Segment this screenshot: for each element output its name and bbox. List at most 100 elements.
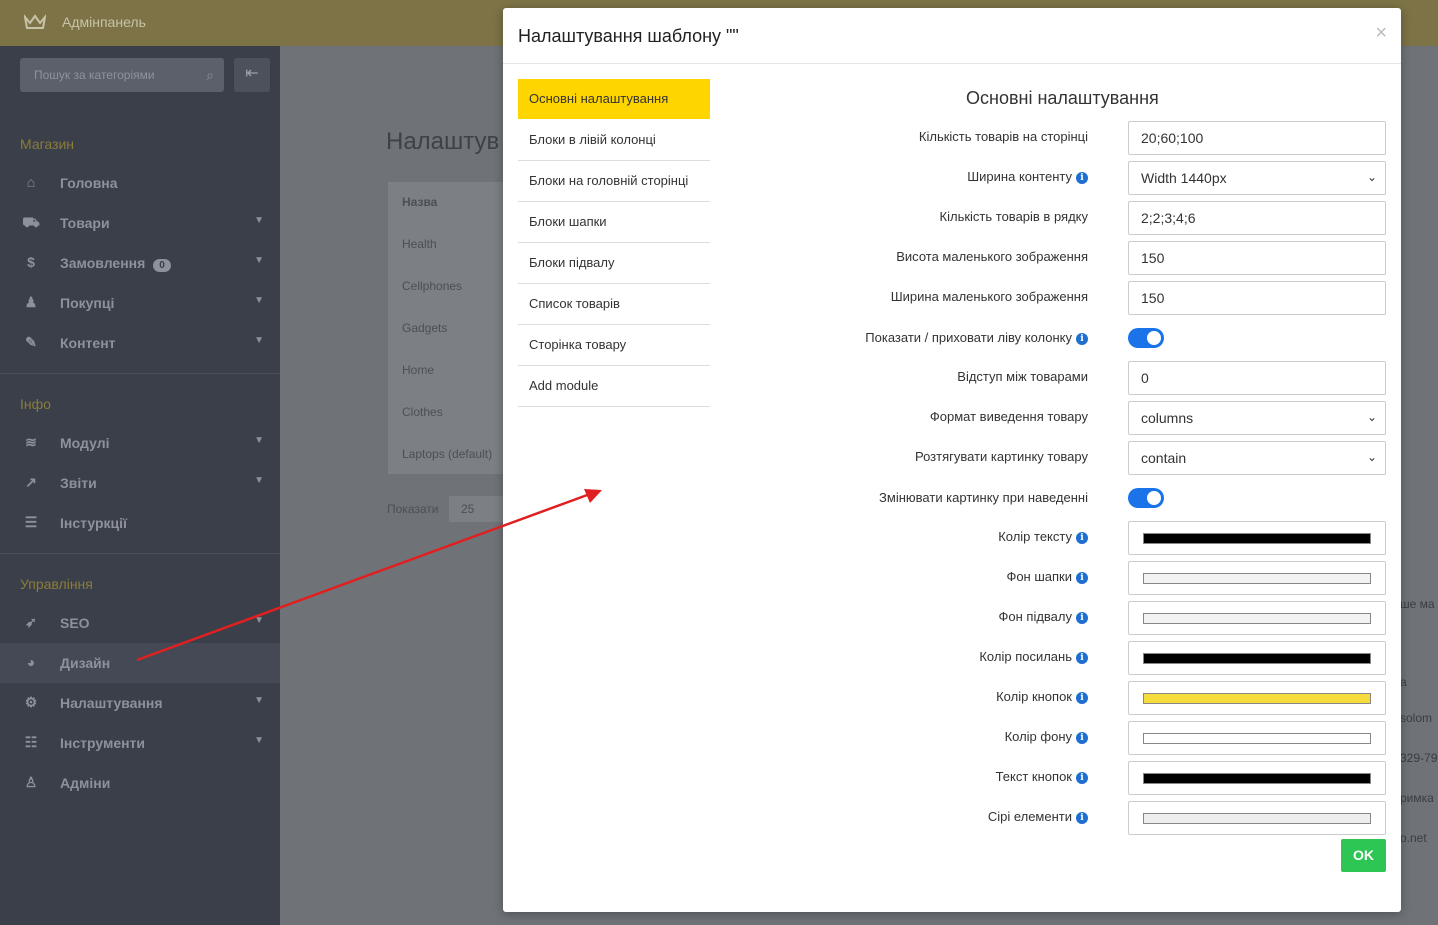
hover-swap-toggle[interactable] <box>1128 488 1164 508</box>
sidebar-item-design[interactable]: ◕ Дизайн <box>0 643 280 683</box>
info-icon[interactable]: i <box>1076 532 1088 544</box>
bg-color-picker[interactable] <box>1128 721 1386 755</box>
field-footer-bg: Фон підвалу i <box>743 601 1386 635</box>
chevron-down-icon: ▼ <box>254 435 264 446</box>
sidebar-item-orders[interactable]: $ Замовлення 0 ▼ <box>0 243 280 283</box>
sidebar-item-label: Товари <box>60 215 110 231</box>
field-label: Формат виведення товару <box>929 409 1088 424</box>
tab-left-column-blocks[interactable]: Блоки в лівій колонці <box>518 120 710 161</box>
field-gray-elements: Сірі елементи i <box>743 801 1386 835</box>
select-value: contain <box>1141 450 1187 466</box>
brand-name: Адмінпанель <box>62 14 146 30</box>
template-settings-modal: Налаштування шаблону "" × Основні налашт… <box>503 8 1401 912</box>
content-width-select[interactable]: Width 1440px ⌄ <box>1128 161 1386 195</box>
show-count-select: 25 <box>449 496 505 522</box>
sidebar-item-customers[interactable]: ♟ Покупці ▼ <box>0 283 280 323</box>
field-stretch: Розтягувати картинку товару contain ⌄ <box>743 441 1386 475</box>
sidebar-item-seo[interactable]: ➶ SEO ▼ <box>0 603 280 643</box>
field-label: Змінювати картинку при наведенні <box>879 490 1088 505</box>
field-header-bg: Фон шапки i <box>743 561 1386 595</box>
collapse-sidebar-button[interactable]: ⇤ <box>234 58 270 92</box>
field-left-column-toggle: Показати / приховати ліву колонку i <box>743 326 1386 360</box>
table-row: Home <box>402 363 435 377</box>
sliders-icon: ☷ <box>24 734 38 750</box>
rocket-icon: ➶ <box>25 614 37 630</box>
sidebar-item-settings[interactable]: ⚙ Налаштування ▼ <box>0 683 280 723</box>
category-search-input[interactable]: Пошук за категоріями ⌕ <box>20 58 224 92</box>
info-icon[interactable]: i <box>1076 812 1088 824</box>
header-bg-picker[interactable] <box>1128 561 1386 595</box>
sidebar-item-products[interactable]: ⛟ Товари ▼ <box>0 203 280 243</box>
sidebar-item-home[interactable]: ⌂ Головна <box>0 163 280 203</box>
sidebar-item-reports[interactable]: ↗ Звіти ▼ <box>0 463 280 503</box>
field-label: Колір тексту <box>998 529 1072 544</box>
sidebar-item-label: Дизайн <box>60 655 111 671</box>
sidebar-item-label: Звіти <box>60 475 97 491</box>
tab-home-page-blocks[interactable]: Блоки на головній сторінці <box>518 161 710 202</box>
info-icon[interactable]: i <box>1076 652 1088 664</box>
right-snippet: римка <box>1400 791 1434 805</box>
users-icon: ♟ <box>24 294 38 310</box>
tab-footer-blocks[interactable]: Блоки підвалу <box>518 243 710 284</box>
field-hover-swap: Змінювати картинку при наведенні <box>743 486 1386 520</box>
thumb-width-input[interactable]: 150 <box>1128 281 1386 315</box>
field-label: Розтягувати картинку товару <box>914 449 1088 464</box>
per-page-input[interactable]: 20;60;100 <box>1128 121 1386 155</box>
field-label: Колір посилань <box>979 649 1072 664</box>
chevron-down-icon: ▼ <box>254 215 264 226</box>
sidebar-item-admins[interactable]: ♙ Адміни <box>0 763 280 803</box>
select-value: columns <box>1141 410 1194 426</box>
sidebar-item-label: Інструменти <box>60 735 146 751</box>
thumb-height-input[interactable]: 150 <box>1128 241 1386 275</box>
right-snippet: o.net <box>1400 831 1427 845</box>
tab-add-module[interactable]: Add module <box>518 366 710 407</box>
chevron-down-icon: ▼ <box>254 335 264 346</box>
info-icon[interactable]: i <box>1076 333 1088 345</box>
info-icon[interactable]: i <box>1076 572 1088 584</box>
field-text-color: Колір тексту i <box>743 521 1386 555</box>
toggle-knob <box>1147 491 1161 505</box>
gap-input[interactable]: 0 <box>1128 361 1386 395</box>
format-select[interactable]: columns ⌄ <box>1128 401 1386 435</box>
color-swatch <box>1143 653 1371 664</box>
info-icon[interactable]: i <box>1076 612 1088 624</box>
right-snippet: a <box>1400 675 1407 689</box>
sidebar-item-content[interactable]: ✎ Контент ▼ <box>0 323 280 363</box>
chevron-down-icon: ▼ <box>254 475 264 486</box>
tab-product-list[interactable]: Список товарів <box>518 284 710 325</box>
text-color-picker[interactable] <box>1128 521 1386 555</box>
gray-elements-picker[interactable] <box>1128 801 1386 835</box>
dollar-icon: $ <box>27 254 35 270</box>
right-snippet: solom <box>1400 711 1433 725</box>
sidebar-item-modules[interactable]: ≋ Модулі ▼ <box>0 423 280 463</box>
search-icon[interactable]: ⌕ <box>206 67 214 84</box>
tab-header-blocks[interactable]: Блоки шапки <box>518 202 710 243</box>
info-icon[interactable]: i <box>1076 692 1088 704</box>
info-icon[interactable]: i <box>1076 732 1088 744</box>
ok-button[interactable]: OK <box>1341 839 1386 872</box>
info-icon[interactable]: i <box>1076 772 1088 784</box>
link-color-picker[interactable] <box>1128 641 1386 675</box>
close-icon[interactable]: × <box>1375 22 1387 45</box>
tab-product-page[interactable]: Сторінка товару <box>518 325 710 366</box>
footer-bg-picker[interactable] <box>1128 601 1386 635</box>
field-label: Колір кнопок <box>996 689 1072 704</box>
field-label: Фон шапки <box>1006 569 1072 584</box>
stretch-select[interactable]: contain ⌄ <box>1128 441 1386 475</box>
chevron-down-icon: ▼ <box>254 615 264 626</box>
button-color-picker[interactable] <box>1128 681 1386 715</box>
sidebar-item-instructions[interactable]: ☰ Інстуркції <box>0 503 280 543</box>
field-bg-color: Колір фону i <box>743 721 1386 755</box>
per-row-input[interactable]: 2;2;3;4;6 <box>1128 201 1386 235</box>
button-text-picker[interactable] <box>1128 761 1386 795</box>
sidebar-item-tools[interactable]: ☷ Інструменти ▼ <box>0 723 280 763</box>
info-icon[interactable]: i <box>1076 172 1088 184</box>
sidebar-item-label: Головна <box>60 175 118 191</box>
user-icon: ♙ <box>24 774 38 790</box>
search-placeholder: Пошук за категоріями <box>34 68 155 82</box>
field-per-row: Кількість товарів в рядку 2;2;3;4;6 <box>743 201 1386 235</box>
tab-main-settings[interactable]: Основні налаштування <box>518 79 710 119</box>
left-column-toggle[interactable] <box>1128 328 1164 348</box>
pencil-icon: ✎ <box>25 334 37 350</box>
field-label: Ширина контенту <box>967 169 1072 184</box>
